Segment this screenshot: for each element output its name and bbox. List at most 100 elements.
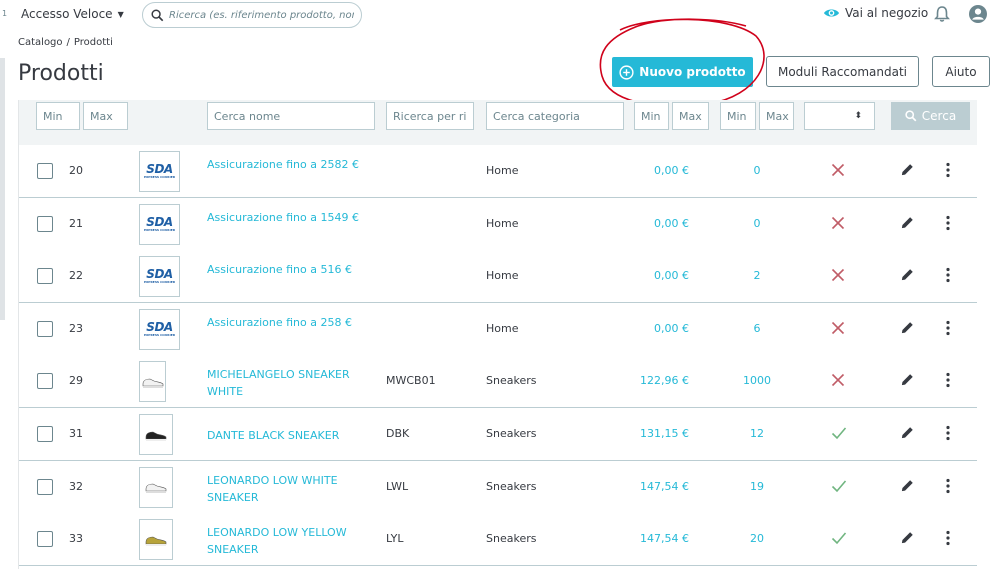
- edit-pencil-icon[interactable]: [900, 478, 915, 497]
- product-quantity[interactable]: 0: [733, 164, 781, 177]
- filter-reference[interactable]: [386, 102, 474, 130]
- edit-pencil-icon[interactable]: [900, 372, 915, 391]
- table-row: 22 SDA EXPRESS COURIER Assicurazione fino…: [19, 250, 977, 304]
- more-actions-icon[interactable]: [945, 425, 951, 445]
- filter-name[interactable]: [207, 102, 375, 130]
- edit-pencil-icon[interactable]: [900, 215, 915, 234]
- product-id: 22: [69, 269, 83, 283]
- status-toggle[interactable]: [831, 478, 847, 497]
- filter-id-max[interactable]: [83, 102, 128, 130]
- status-toggle[interactable]: [831, 530, 847, 549]
- product-reference: LYL: [386, 532, 404, 546]
- filter-price-min[interactable]: [634, 102, 669, 130]
- status-toggle[interactable]: [831, 162, 845, 181]
- product-quantity[interactable]: 2: [733, 269, 781, 282]
- product-id: 20: [69, 164, 83, 177]
- row-checkbox[interactable]: [37, 320, 53, 337]
- product-thumbnail: [139, 361, 166, 403]
- product-reference: MWCB01: [386, 374, 436, 388]
- table-row: 21 SDA EXPRESS COURIER Assicurazione fino…: [19, 197, 977, 251]
- status-toggle[interactable]: [831, 215, 845, 234]
- product-quantity[interactable]: 20: [733, 532, 781, 545]
- header-search-input[interactable]: [169, 9, 354, 21]
- filter-price-max[interactable]: [672, 102, 709, 130]
- product-price[interactable]: 147,54 €: [633, 480, 689, 493]
- row-checkbox[interactable]: [37, 163, 53, 179]
- product-thumbnail: SDA EXPRESS COURIER: [139, 151, 180, 192]
- quick-access-dropdown[interactable]: Accesso Veloce ▼: [21, 7, 124, 21]
- product-thumbnail: SDA EXPRESS COURIER: [139, 256, 180, 298]
- edit-pencil-icon[interactable]: [900, 162, 915, 181]
- status-toggle[interactable]: [831, 372, 845, 391]
- caret-down-icon: ▼: [117, 9, 124, 19]
- more-actions-icon[interactable]: [945, 372, 951, 392]
- row-checkbox[interactable]: [37, 531, 53, 548]
- product-category: Home: [486, 164, 519, 177]
- filter-status-select[interactable]: ⬍: [804, 102, 875, 130]
- product-price[interactable]: 131,15 €: [633, 427, 689, 440]
- status-toggle[interactable]: [831, 425, 847, 444]
- breadcrumb-catalog[interactable]: Catalogo: [18, 37, 63, 48]
- product-name-link[interactable]: Assicurazione fino a 258 €: [207, 314, 367, 331]
- row-checkbox[interactable]: [37, 268, 53, 285]
- product-quantity[interactable]: 19: [733, 480, 781, 493]
- more-actions-icon[interactable]: [945, 530, 951, 550]
- more-actions-icon[interactable]: [945, 267, 951, 287]
- product-id: 23: [69, 321, 83, 335]
- more-actions-icon[interactable]: [945, 215, 951, 235]
- product-name-link[interactable]: LEONARDO LOW YELLOW SNEAKER: [207, 524, 367, 558]
- product-name-link[interactable]: DANTE BLACK SNEAKER: [207, 427, 367, 444]
- status-toggle[interactable]: [831, 320, 845, 339]
- filter-qty-max[interactable]: [759, 102, 794, 130]
- product-name-link[interactable]: Assicurazione fino a 1549 €: [207, 209, 367, 226]
- product-id: 29: [69, 374, 83, 388]
- breadcrumb-products: Prodotti: [73, 37, 113, 48]
- product-quantity[interactable]: 6: [733, 322, 781, 335]
- notifications-bell-icon[interactable]: [934, 5, 950, 27]
- product-price[interactable]: 0,00 €: [633, 164, 689, 177]
- filter-id-min[interactable]: [36, 102, 80, 130]
- edit-pencil-icon[interactable]: [900, 425, 915, 444]
- close-icon: [831, 163, 845, 177]
- view-shop-link[interactable]: Vai al negozio: [823, 6, 928, 20]
- product-name-link[interactable]: LEONARDO LOW WHITE SNEAKER: [207, 472, 367, 506]
- product-quantity[interactable]: 1000: [733, 374, 781, 387]
- edit-pencil-icon[interactable]: [900, 320, 915, 339]
- search-icon: [905, 110, 917, 122]
- product-name-link[interactable]: Assicurazione fino a 2582 €: [207, 156, 367, 173]
- product-reference: DBK: [386, 427, 410, 440]
- help-button[interactable]: Aiuto: [932, 56, 990, 87]
- sda-logo: SDA EXPRESS COURIER: [143, 319, 176, 337]
- user-avatar-icon[interactable]: [968, 4, 988, 28]
- row-checkbox[interactable]: [37, 373, 53, 390]
- header-search[interactable]: [142, 2, 362, 28]
- filter-category[interactable]: [486, 102, 624, 130]
- product-id: 21: [69, 216, 83, 230]
- more-actions-icon[interactable]: [945, 162, 951, 182]
- edit-pencil-icon[interactable]: [900, 530, 915, 549]
- scroll-edge: [0, 58, 5, 320]
- recommended-modules-button[interactable]: Moduli Raccomandati: [766, 56, 919, 87]
- product-thumbnail: [139, 414, 173, 455]
- row-checkbox[interactable]: [37, 478, 53, 495]
- row-checkbox[interactable]: [37, 215, 53, 232]
- more-actions-icon[interactable]: [945, 478, 951, 498]
- more-actions-icon[interactable]: [945, 320, 951, 340]
- product-quantity[interactable]: 0: [733, 217, 781, 230]
- filter-search-button[interactable]: Cerca: [891, 102, 970, 130]
- product-price[interactable]: 0,00 €: [633, 322, 689, 335]
- product-quantity[interactable]: 12: [733, 427, 781, 440]
- product-price[interactable]: 0,00 €: [633, 269, 689, 282]
- sneaker-image: [145, 536, 167, 546]
- close-icon: [831, 321, 845, 334]
- add-product-button[interactable]: Nuovo prodotto: [612, 57, 753, 87]
- product-price[interactable]: 0,00 €: [633, 217, 689, 230]
- product-name-link[interactable]: MICHELANGELO SNEAKER WHITE: [207, 366, 367, 400]
- filter-qty-min[interactable]: [720, 102, 756, 130]
- product-price[interactable]: 147,54 €: [633, 532, 689, 545]
- product-name-link[interactable]: Assicurazione fino a 516 €: [207, 261, 367, 278]
- edit-pencil-icon[interactable]: [900, 267, 915, 286]
- status-toggle[interactable]: [831, 267, 845, 286]
- row-checkbox[interactable]: [37, 426, 53, 442]
- product-price[interactable]: 122,96 €: [633, 374, 689, 387]
